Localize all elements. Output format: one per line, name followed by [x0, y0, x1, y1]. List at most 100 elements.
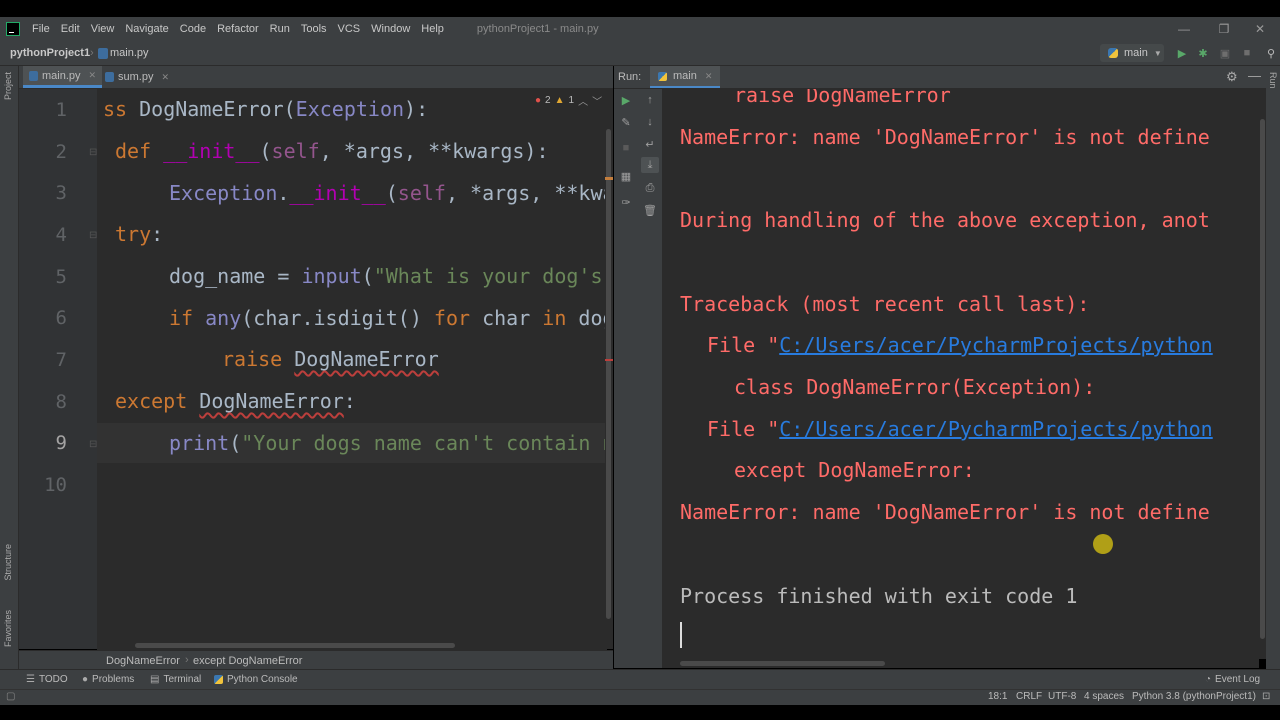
close-icon[interactable]: ✕: [705, 71, 713, 82]
chevron-down-icon[interactable]: ﹀: [592, 93, 602, 108]
soft-wrap-icon[interactable]: ↵: [643, 137, 657, 151]
code-editor[interactable]: ss DogNameError(Exception): def __init__…: [97, 89, 607, 649]
scroll-to-end-icon[interactable]: ⤓: [641, 157, 659, 173]
console-horizontal-scrollbar[interactable]: [663, 658, 1259, 668]
inspection-widget[interactable]: ● 2 ▲ 1 ︿ ﹀: [531, 93, 607, 108]
run-config-selector[interactable]: main ▼: [1100, 44, 1164, 62]
python-icon: [658, 71, 667, 81]
editor-horizontal-scrollbar[interactable]: [97, 640, 607, 650]
console-line: During handling of the above exception, …: [680, 208, 1210, 232]
stop-icon[interactable]: ■: [1240, 46, 1254, 60]
todo-button[interactable]: ☰ TODO: [26, 674, 68, 685]
structure-tool-button[interactable]: Structure: [3, 544, 13, 581]
console-line: File "C:/Users/acer/PycharmProjects/pyth…: [707, 417, 1213, 441]
lock-icon[interactable]: ⊡: [1262, 691, 1270, 702]
line-number: 4: [55, 224, 67, 246]
close-window-button[interactable]: ✕: [1240, 17, 1280, 41]
line-number: 1: [55, 99, 67, 121]
status-toggle-icon[interactable]: ▢: [6, 691, 15, 702]
menu-run[interactable]: Run: [266, 23, 297, 35]
breadcrumb-class[interactable]: DogNameError: [106, 655, 180, 667]
tab-label: main.py: [42, 69, 81, 82]
wrench-icon[interactable]: ✎: [619, 115, 633, 129]
line-number: 8: [55, 391, 67, 413]
python-console-button[interactable]: Python Console: [214, 674, 298, 685]
gear-icon[interactable]: ⚙: [1226, 69, 1238, 85]
console-text: File ": [707, 417, 780, 441]
editor-vertical-scrollbar[interactable]: [605, 89, 613, 649]
scrollbar-thumb[interactable]: [1260, 119, 1265, 639]
file-encoding[interactable]: UTF-8: [1048, 691, 1076, 702]
project-tool-button[interactable]: Project: [3, 72, 13, 100]
menu-refactor[interactable]: Refactor: [213, 23, 266, 35]
scrollbar-thumb[interactable]: [135, 643, 455, 648]
menu-file[interactable]: File: [28, 23, 57, 35]
hide-icon[interactable]: —: [1248, 68, 1261, 83]
nav-file[interactable]: main.py: [110, 47, 149, 59]
scrollbar-thumb[interactable]: [680, 661, 885, 666]
line-number: 2: [55, 141, 67, 163]
breadcrumb-except[interactable]: except DogNameError: [193, 655, 302, 667]
run-console-output[interactable]: raise DogNameError NameError: name 'DogN…: [663, 89, 1259, 659]
scrollbar-thumb[interactable]: [606, 129, 611, 619]
window-title: pythonProject1 - main.py: [476, 23, 599, 35]
python-interpreter[interactable]: Python 3.8 (pythonProject1): [1132, 691, 1256, 702]
minimize-button[interactable]: —: [1164, 17, 1204, 41]
run-tool-button[interactable]: Run: [1268, 72, 1278, 89]
rerun-icon[interactable]: ▶: [619, 93, 633, 107]
warning-icon: ▲: [554, 95, 565, 106]
indent-setting[interactable]: 4 spaces: [1084, 691, 1124, 702]
close-icon[interactable]: ✕: [161, 72, 169, 83]
list-icon: ☰: [26, 674, 35, 685]
trash-icon[interactable]: 🗑: [643, 203, 657, 217]
error-stripe[interactable]: [605, 359, 613, 361]
warning-stripe[interactable]: [605, 177, 613, 180]
search-icon[interactable]: ⚲: [1264, 46, 1278, 60]
debug-icon[interactable]: ✱: [1196, 46, 1210, 60]
python-file-icon: [29, 70, 38, 81]
code-line: Exception.__init__(self, *args, **kwargs…: [169, 181, 607, 205]
file-link[interactable]: C:/Users/acer/PycharmProjects/python: [779, 417, 1212, 441]
run-icon[interactable]: ▶: [1175, 46, 1189, 60]
line-separator[interactable]: CRLF: [1016, 691, 1042, 702]
navigation-bar: pythonProject1 › main.py main ▼ ▶ ✱ ▣ ■ …: [0, 41, 1280, 66]
stop-icon[interactable]: ■: [619, 141, 633, 155]
arrow-up-icon[interactable]: ↑: [643, 93, 657, 107]
menu-help[interactable]: Help: [417, 23, 451, 35]
pin-icon[interactable]: ✑: [619, 195, 633, 209]
left-tool-strip: Project Structure Favorites: [0, 66, 19, 688]
line-number: 5: [55, 266, 67, 288]
menu-view[interactable]: View: [87, 23, 122, 35]
nav-project[interactable]: pythonProject1: [10, 47, 90, 59]
event-log-button[interactable]: ◔ Event Log: [1205, 674, 1260, 685]
menu-code[interactable]: Code: [176, 23, 213, 35]
code-line: print("Your dogs name can't contain numb…: [169, 431, 607, 455]
arrow-down-icon[interactable]: ↓: [643, 115, 657, 129]
caret-position[interactable]: 18:1: [988, 691, 1007, 702]
console-vertical-scrollbar[interactable]: [1259, 89, 1266, 659]
tab-main-py[interactable]: main.py ✕: [23, 66, 103, 88]
top-black-bar: [0, 0, 1280, 17]
terminal-button[interactable]: ▤ Terminal: [150, 674, 201, 685]
menu-vcs[interactable]: VCS: [334, 23, 368, 35]
layout-icon[interactable]: ▦: [619, 169, 633, 183]
menu-navigate[interactable]: Navigate: [121, 23, 175, 35]
python-file-icon: [98, 48, 108, 59]
line-number: 10: [44, 474, 67, 496]
run-config-label: main: [1124, 47, 1148, 59]
menu-edit[interactable]: Edit: [57, 23, 87, 35]
menu-window[interactable]: Window: [367, 23, 417, 35]
favorites-tool-button[interactable]: Favorites: [3, 610, 13, 647]
print-icon[interactable]: ⎙: [643, 181, 657, 195]
close-icon[interactable]: ✕: [89, 70, 97, 81]
coverage-icon[interactable]: ▣: [1218, 46, 1232, 60]
maximize-button[interactable]: ❐: [1204, 17, 1244, 41]
warning-count: 1: [568, 95, 575, 106]
chevron-up-icon[interactable]: ︿: [578, 93, 588, 108]
menu-tools[interactable]: Tools: [297, 23, 334, 35]
run-tab-main[interactable]: main ✕: [650, 66, 721, 88]
tab-sum-py[interactable]: sum.py ✕: [99, 66, 175, 88]
code-line: if any(char.isdigit() for char in dog_na…: [169, 306, 607, 330]
file-link[interactable]: C:/Users/acer/PycharmProjects/python: [779, 333, 1212, 357]
problems-button[interactable]: ● Problems: [82, 674, 134, 685]
